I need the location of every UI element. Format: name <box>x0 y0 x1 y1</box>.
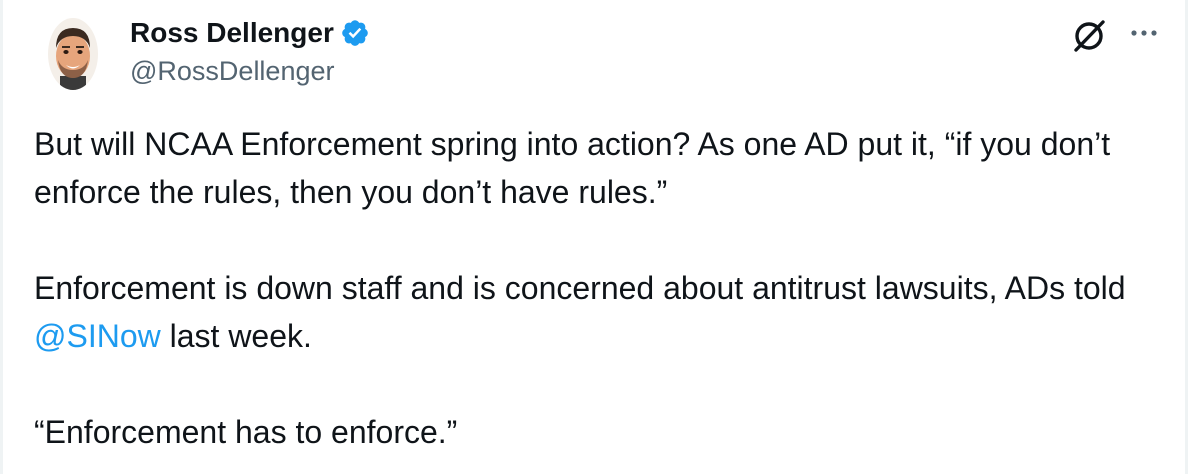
avatar[interactable] <box>48 18 98 90</box>
verified-badge-icon <box>340 18 370 48</box>
tweet-paragraph-3: “Enforcement has to enforce.” <box>34 414 458 450</box>
tweet-card: Ross Dellenger @RossDellenger But will N… <box>0 0 1188 474</box>
card-left-border <box>0 0 3 474</box>
tweet-text: But will NCAA Enforcement spring into ac… <box>34 120 1154 456</box>
more-options-icon[interactable] <box>1126 18 1162 48</box>
author-handle[interactable]: @RossDellenger <box>130 56 335 87</box>
tweet-paragraph-2-start: Enforcement is down staff and is concern… <box>34 270 1126 306</box>
tweet-paragraph-2: Enforcement is down staff and is concern… <box>34 264 1154 360</box>
tweet-paragraph-1: But will NCAA Enforcement spring into ac… <box>34 126 1111 210</box>
mention-link[interactable]: @SINow <box>34 318 161 354</box>
tweet-paragraph-2-end: last week. <box>160 318 312 354</box>
avatar-image <box>48 18 98 90</box>
author-display-name[interactable]: Ross Dellenger <box>130 17 334 49</box>
author-name-row: Ross Dellenger <box>130 16 370 50</box>
grok-slash-icon[interactable] <box>1069 16 1109 56</box>
